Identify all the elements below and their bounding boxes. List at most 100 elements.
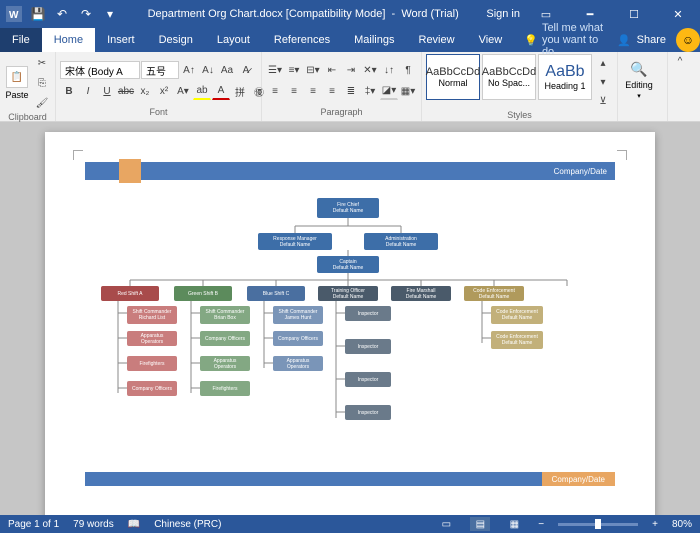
font-color-icon[interactable]: A — [212, 82, 230, 100]
superscript-icon[interactable]: x² — [155, 82, 173, 100]
underline-icon[interactable]: U — [98, 82, 116, 100]
tab-design[interactable]: Design — [147, 28, 205, 52]
share-icon[interactable]: 👤 — [617, 34, 631, 47]
font-size-select[interactable]: 五号 — [141, 61, 179, 79]
align-left-icon[interactable]: ≡ — [266, 82, 284, 100]
tell-me-box[interactable]: 💡 Tell me what you want to do — [514, 28, 607, 52]
org-node-chief[interactable]: Fire ChiefDefault Name — [317, 198, 379, 218]
strike-icon[interactable]: abc — [117, 82, 135, 100]
sign-in-link[interactable]: Sign in — [486, 8, 520, 20]
tab-mailings[interactable]: Mailings — [342, 28, 406, 52]
tab-view[interactable]: View — [467, 28, 515, 52]
org-node-captain[interactable]: CaptainDefault Name — [317, 256, 379, 273]
style-heading1[interactable]: AaBb Heading 1 — [538, 54, 592, 100]
tab-insert[interactable]: Insert — [95, 28, 147, 52]
phonetic-icon[interactable]: 拼 — [231, 82, 249, 100]
org-node-marshall[interactable]: Fire MarshallDefault Name — [391, 286, 451, 301]
show-marks-icon[interactable]: ¶ — [399, 61, 417, 79]
multilevel-icon[interactable]: ⊟▾ — [304, 61, 322, 79]
subscript-icon[interactable]: x₂ — [136, 82, 154, 100]
clear-format-icon[interactable]: A̷ — [237, 61, 255, 79]
decrease-indent-icon[interactable]: ⇤ — [323, 61, 341, 79]
redo-icon[interactable]: ↷ — [76, 4, 96, 24]
format-painter-icon[interactable]: 🖌 — [33, 94, 51, 112]
zoom-out-icon[interactable]: − — [538, 519, 544, 530]
qat-dropdown-icon[interactable]: ▾ — [100, 4, 120, 24]
org-node-r1[interactable]: Shift CommanderRichard List — [127, 306, 177, 324]
org-node-admin[interactable]: AdministrationDefault Name — [364, 233, 438, 250]
org-node-response[interactable]: Response ManagerDefault Name — [258, 233, 332, 250]
copy-icon[interactable]: ⎘ — [33, 74, 51, 92]
org-node-code[interactable]: Code EnforcementDefault Name — [464, 286, 524, 301]
text-effects-icon[interactable]: A▾ — [174, 82, 192, 100]
increase-indent-icon[interactable]: ⇥ — [342, 61, 360, 79]
collapse-ribbon-icon[interactable]: ^ — [671, 52, 689, 70]
italic-icon[interactable]: I — [79, 82, 97, 100]
align-right-icon[interactable]: ≡ — [304, 82, 322, 100]
org-node-c1[interactable]: Code EnforcementDefault Name — [491, 306, 543, 324]
org-node-r3[interactable]: Firefighters — [127, 356, 177, 371]
numbering-icon[interactable]: ≡▾ — [285, 61, 303, 79]
org-node-r4[interactable]: Company Officers — [127, 381, 177, 396]
org-node-t3[interactable]: Inspector — [345, 372, 391, 387]
read-mode-icon[interactable]: ▭ — [436, 517, 456, 531]
org-node-green[interactable]: Green Shift B — [174, 286, 232, 301]
tab-references[interactable]: References — [262, 28, 342, 52]
styles-down-icon[interactable]: ▾ — [594, 73, 612, 91]
org-node-b3[interactable]: Apparatus Operators — [273, 356, 323, 371]
zoom-in-icon[interactable]: + — [652, 519, 658, 530]
feedback-smiley-icon[interactable]: ☺ — [676, 28, 700, 52]
cut-icon[interactable]: ✂ — [33, 54, 51, 72]
tab-file[interactable]: File — [0, 28, 42, 52]
bullets-icon[interactable]: ☰▾ — [266, 61, 284, 79]
asian-layout-icon[interactable]: ✕▾ — [361, 61, 379, 79]
align-center-icon[interactable]: ≡ — [285, 82, 303, 100]
borders-icon[interactable]: ▦▾ — [399, 82, 417, 100]
document-area[interactable]: Company/Date Fire ChiefDefa — [0, 122, 700, 515]
maximize-icon[interactable]: ☐ — [616, 0, 652, 28]
grow-font-icon[interactable]: A↑ — [180, 61, 198, 79]
close-icon[interactable]: ✕ — [660, 0, 696, 28]
tab-review[interactable]: Review — [407, 28, 467, 52]
justify-icon[interactable]: ≡ — [323, 82, 341, 100]
line-spacing-icon[interactable]: ‡▾ — [361, 82, 379, 100]
org-node-red[interactable]: Red Shift A — [101, 286, 159, 301]
org-node-c2[interactable]: Code EnforcementDefault Name — [491, 331, 543, 349]
org-node-b2[interactable]: Company Officers — [273, 331, 323, 346]
distribute-icon[interactable]: ≣ — [342, 82, 360, 100]
style-no-spacing[interactable]: AaBbCcDd No Spac... — [482, 54, 536, 100]
status-page[interactable]: Page 1 of 1 — [8, 519, 59, 530]
org-node-g2[interactable]: Company Officers — [200, 331, 250, 346]
org-node-b1[interactable]: Shift CommanderJames Hunt — [273, 306, 323, 324]
org-node-t4[interactable]: Inspector — [345, 405, 391, 420]
shrink-font-icon[interactable]: A↓ — [199, 61, 217, 79]
highlight-icon[interactable]: ab — [193, 82, 211, 100]
org-node-r2[interactable]: Apparatus Operators — [127, 331, 177, 346]
status-words[interactable]: 79 words — [73, 519, 114, 530]
zoom-slider[interactable] — [558, 523, 638, 526]
styles-up-icon[interactable]: ▴ — [594, 54, 612, 72]
font-name-select[interactable]: 宋体 (Body A — [60, 61, 140, 79]
tab-home[interactable]: Home — [42, 28, 95, 52]
share-button[interactable]: Share — [637, 34, 666, 46]
org-node-g3[interactable]: Apparatus Operators — [200, 356, 250, 371]
org-node-g1[interactable]: Shift CommanderBrian Box — [200, 306, 250, 324]
print-layout-icon[interactable]: ▤ — [470, 517, 490, 531]
spelling-icon[interactable]: 📖 — [128, 519, 140, 530]
styles-more-icon[interactable]: ⊻ — [594, 92, 612, 110]
org-node-training[interactable]: Training OfficerDefault Name — [318, 286, 378, 301]
org-node-t1[interactable]: Inspector — [345, 306, 391, 321]
save-icon[interactable]: 💾 — [28, 4, 48, 24]
org-node-t2[interactable]: Inspector — [345, 339, 391, 354]
web-layout-icon[interactable]: ▦ — [504, 517, 524, 531]
org-node-g4[interactable]: Firefighters — [200, 381, 250, 396]
style-normal[interactable]: AaBbCcDd Normal — [426, 54, 480, 100]
tab-layout[interactable]: Layout — [205, 28, 262, 52]
undo-icon[interactable]: ↶ — [52, 4, 72, 24]
sort-icon[interactable]: ↓↑ — [380, 61, 398, 79]
status-language[interactable]: Chinese (PRC) — [154, 519, 221, 530]
zoom-level[interactable]: 80% — [672, 519, 692, 530]
shading-icon[interactable]: ◪▾ — [380, 82, 398, 100]
bold-icon[interactable]: B — [60, 82, 78, 100]
editing-button[interactable]: 🔍 Editing ▾ — [622, 57, 656, 105]
